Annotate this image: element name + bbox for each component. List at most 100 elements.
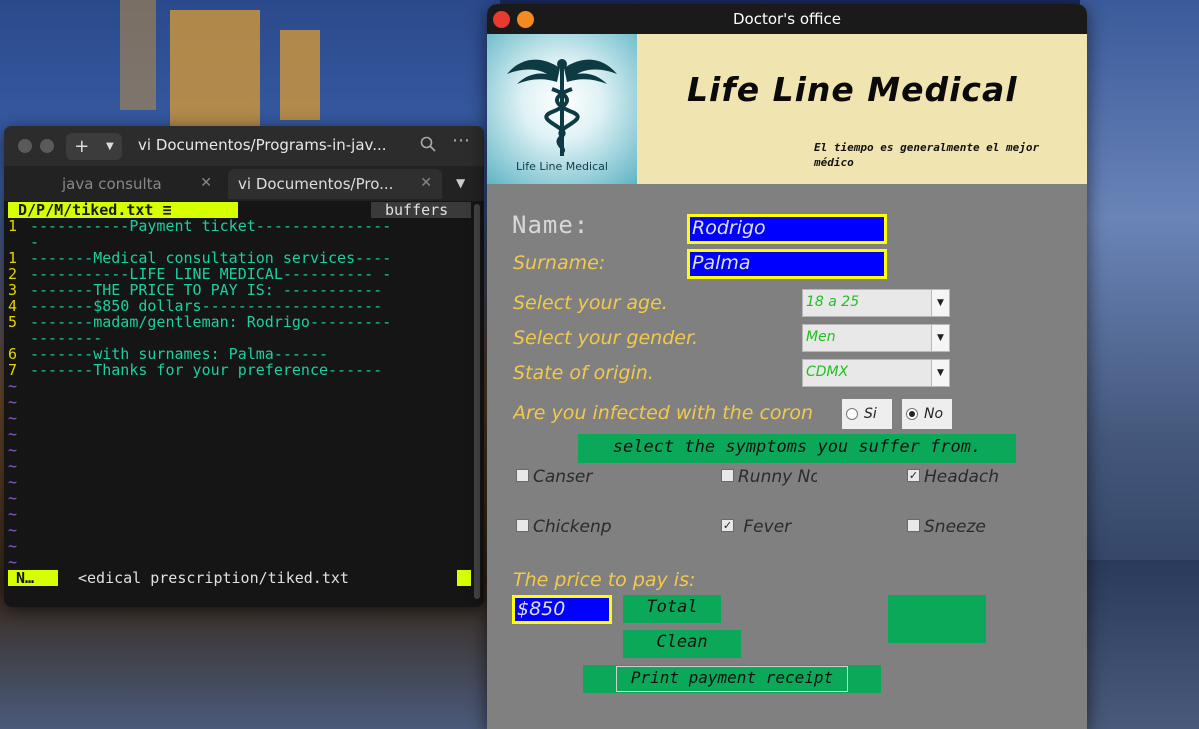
symptom-chickenpox-checkbox[interactable]: Chickenp <box>516 517 612 537</box>
name-input[interactable]: Rodrigo <box>687 214 887 244</box>
doctors-office-window: Doctor's office Life Line Medical Life L… <box>487 4 1087 729</box>
state-select-value: CDMX <box>806 364 849 380</box>
checkbox-indicator <box>516 468 529 482</box>
age-label: Select your age. <box>513 292 668 314</box>
tab-java-consulta[interactable]: java consulta ✕ <box>52 169 222 199</box>
checkmark-icon: ✓ <box>907 468 920 482</box>
vim-line: 2 -----------LIFE LINE MEDICAL---------- … <box>8 266 392 282</box>
tab-vi-documentos[interactable]: vi Documentos/Pro... ✕ <box>228 169 442 199</box>
infected-label: Are you infected with the coron <box>513 402 813 424</box>
vim-empty-line: ~ <box>8 409 18 427</box>
symptom-headache-checkbox[interactable]: ✓ Headach <box>907 467 1004 487</box>
caduceus-icon <box>507 59 617 156</box>
terminal-scrollbar[interactable] <box>474 204 480 599</box>
surname-input[interactable]: Palma <box>687 249 887 279</box>
checkbox-indicator <box>516 518 529 532</box>
vim-line: 5 -------madam/gentleman: Rodrigo--------… <box>8 314 392 330</box>
chevron-down-icon[interactable]: ▼ <box>931 325 949 351</box>
print-receipt-button[interactable]: Print payment receipt <box>616 666 848 692</box>
vim-line: 1 -----------Payment ticket--------------… <box>8 218 392 234</box>
radio-no[interactable]: No <box>902 399 952 429</box>
terminal-minimize-button[interactable] <box>40 139 54 153</box>
chevron-down-icon[interactable]: ▼ <box>931 360 949 386</box>
window-title: Doctor's office <box>732 10 842 28</box>
logo: Life Line Medical <box>487 34 637 184</box>
vim-statusline: N… <edical prescription/tiked.txt <box>8 570 471 586</box>
new-tab-button[interactable]: + ▼ <box>66 133 122 160</box>
surname-label: Surname: <box>513 252 606 274</box>
wallpaper-street <box>1080 560 1199 729</box>
radio-no-indicator <box>906 408 918 420</box>
tab-label: java consulta <box>62 175 162 193</box>
symptom-canser-checkbox[interactable]: Canser <box>516 467 601 487</box>
vim-line: 1 -------Medical consultation services---… <box>8 250 392 266</box>
minimize-button[interactable] <box>517 11 534 28</box>
radio-yes[interactable]: Si <box>842 399 892 429</box>
radio-yes-label: Si <box>864 406 877 422</box>
price-label: The price to pay is: <box>513 569 696 591</box>
vim-empty-line: ~ <box>8 473 18 491</box>
age-select[interactable]: 18 a 25 ▼ <box>802 289 950 317</box>
age-select-value: 18 a 25 <box>806 294 860 310</box>
vim-line: 4 -------$850 dollars-------------------- <box>8 298 383 314</box>
vim-empty-line: ~ <box>8 457 18 475</box>
close-icon[interactable]: ✕ <box>200 175 212 191</box>
gender-select-value: Men <box>806 329 836 345</box>
close-icon[interactable]: ✕ <box>420 175 432 191</box>
close-button[interactable] <box>493 11 510 28</box>
tabs-dropdown-icon[interactable]: ▼ <box>456 176 465 190</box>
vim-buffer-lines: 1 -----------Payment ticket--------------… <box>8 218 471 570</box>
terminal-window: + ▼ vi Documentos/Programs-in-jav... ⋯ j… <box>4 126 484 607</box>
vim-empty-line: ~ <box>8 521 18 539</box>
vim-empty-line: ~ <box>8 489 18 507</box>
checkbox-indicator <box>907 518 920 532</box>
vim-empty-line: ~ <box>8 425 18 443</box>
symptom-sneeze-checkbox[interactable]: Sneeze <box>907 517 997 537</box>
name-label: Name: <box>512 211 590 239</box>
clean-button-label: Clean <box>656 632 708 652</box>
vim-empty-line: ~ <box>8 553 18 571</box>
symptom-fever-checkbox[interactable]: ✓ Fever <box>721 517 811 537</box>
vim-line: -------- <box>30 330 103 346</box>
state-label: State of origin. <box>513 362 654 384</box>
vim-empty-line: ~ <box>8 377 18 395</box>
vim-file-path: D/P/M/tiked.txt ≡ <box>8 202 238 218</box>
menu-icon[interactable]: ⋯ <box>452 130 470 151</box>
terminal-tabbar: java consulta ✕ vi Documentos/Pro... ✕ <box>4 166 484 201</box>
search-icon[interactable] <box>420 136 436 156</box>
result-panel <box>888 595 986 643</box>
vim-buffers-label: buffers <box>371 202 471 218</box>
vim-line: 3 -------THE PRICE TO PAY IS: ----------- <box>8 282 383 298</box>
vim-status-segment <box>457 570 471 586</box>
radio-no-label: No <box>924 406 944 422</box>
header-banner: Life Line Medical Life Line Medical El t… <box>487 34 1087 184</box>
checkmark-icon: ✓ <box>721 518 734 532</box>
vim-line: 6 -------with surnames: Palma------ <box>8 346 329 362</box>
terminal-titlebar: + ▼ vi Documentos/Programs-in-jav... ⋯ <box>4 126 484 166</box>
vim-line: - <box>30 234 40 250</box>
radio-yes-indicator <box>846 408 858 420</box>
symptom-runny-nose-checkbox[interactable]: Runny No <box>721 467 817 487</box>
checkbox-indicator <box>721 468 734 482</box>
plus-icon: + <box>74 136 90 157</box>
vim-line: 7 -------Thanks for your preference------ <box>8 362 383 378</box>
chevron-down-icon: ▼ <box>105 141 114 152</box>
logo-text: Life Line Medical <box>516 160 608 173</box>
vim-editor[interactable]: D/P/M/tiked.txt ≡ buffers 1 -----------Pa… <box>8 202 471 602</box>
list-icon: ≡ <box>162 201 172 219</box>
price-output: $850 <box>512 595 612 624</box>
state-select[interactable]: CDMX ▼ <box>802 359 950 387</box>
vim-empty-line: ~ <box>8 441 18 459</box>
chevron-down-icon[interactable]: ▼ <box>931 290 949 316</box>
vim-empty-line: ~ <box>8 505 18 523</box>
terminal-title: vi Documentos/Programs-in-jav... <box>138 136 387 154</box>
vim-mode: N… <box>8 570 58 586</box>
symptoms-header-label: select the symptoms you suffer from. <box>612 437 982 457</box>
gender-select[interactable]: Men ▼ <box>802 324 950 352</box>
tab-label: vi Documentos/Pro... <box>238 175 394 193</box>
window-titlebar: Doctor's office <box>487 4 1087 34</box>
vim-status-file: <edical prescription/tiked.txt <box>78 569 349 587</box>
banner-subtitle: El tiempo es generalmente el mejor médic… <box>814 141 1040 169</box>
terminal-close-button[interactable] <box>18 139 32 153</box>
total-button-label: Total <box>646 597 698 617</box>
